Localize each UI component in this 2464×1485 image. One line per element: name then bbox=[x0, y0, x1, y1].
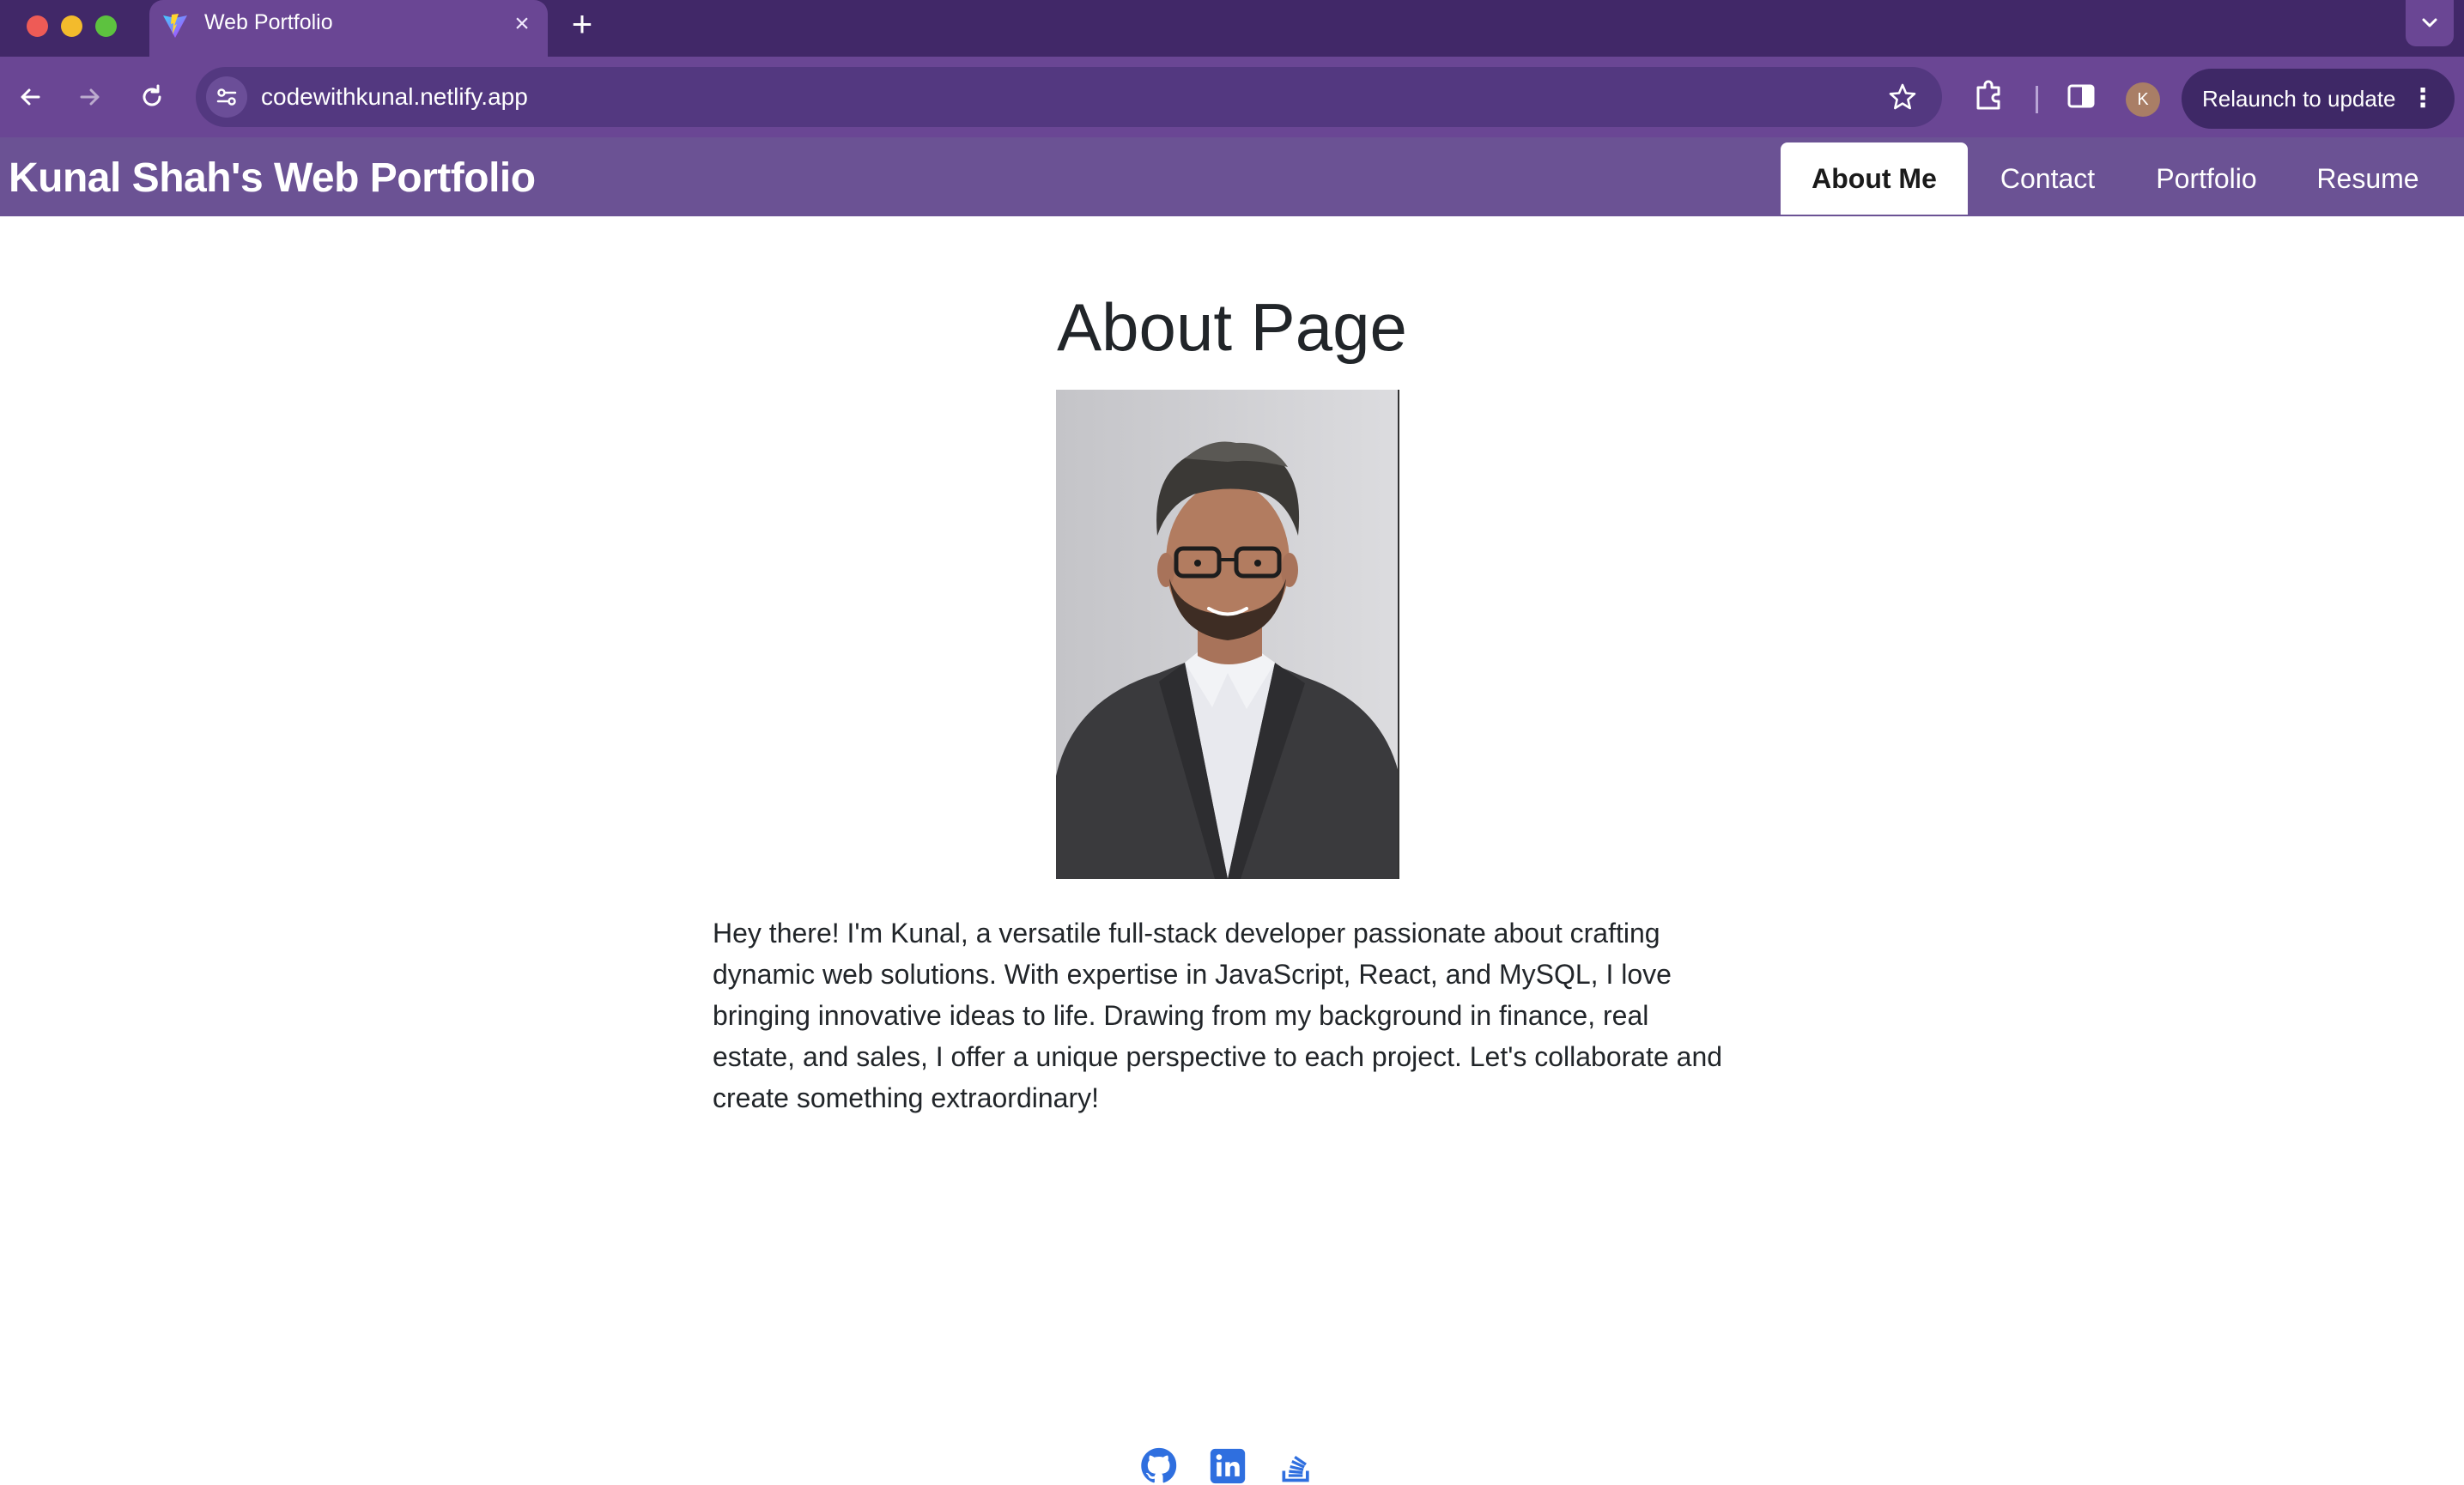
extensions-puzzle-icon[interactable] bbox=[1969, 76, 2009, 115]
nav-tab-contact[interactable]: Contact bbox=[1975, 142, 2121, 215]
github-icon[interactable] bbox=[1140, 1447, 1178, 1485]
reload-icon bbox=[143, 84, 161, 106]
relaunch-to-update-button[interactable]: Relaunch to update ⋮ bbox=[2182, 69, 2455, 129]
profile-photo bbox=[1056, 390, 1399, 879]
nav-tab-portfolio[interactable]: Portfolio bbox=[2129, 142, 2284, 215]
site-title: Kunal Shah's Web Portfolio bbox=[9, 155, 536, 201]
relaunch-label: Relaunch to update bbox=[2202, 86, 2396, 112]
tab-title: Web Portfolio bbox=[204, 10, 333, 34]
site-info-button[interactable] bbox=[206, 76, 247, 118]
about-bio-paragraph: Hey there! I'm Kunal, a versatile full-s… bbox=[713, 918, 1723, 1113]
browser-tab-web-portfolio[interactable]: Web Portfolio × bbox=[149, 0, 548, 60]
site-header: Kunal Shah's Web Portfolio About Me Cont… bbox=[0, 137, 2464, 216]
page-title: About Page bbox=[1057, 289, 1407, 365]
tab-search-button[interactable] bbox=[2406, 0, 2454, 46]
footer-social-links bbox=[0, 1447, 2464, 1485]
url-text: codewithkunal.netlify.app bbox=[261, 83, 528, 110]
tab-close-icon[interactable]: × bbox=[507, 9, 537, 39]
browser-tab-strip: Web Portfolio × + bbox=[0, 0, 2464, 60]
nav-tab-resume[interactable]: Resume bbox=[2297, 142, 2438, 215]
nav-tab-about-me[interactable]: About Me bbox=[1781, 142, 1968, 215]
tune-icon bbox=[216, 88, 237, 106]
forward-button[interactable] bbox=[70, 77, 110, 117]
chevron-down-icon bbox=[2422, 18, 2437, 27]
address-bar[interactable]: codewithkunal.netlify.app bbox=[196, 67, 1942, 127]
arrow-left-icon bbox=[21, 88, 40, 106]
back-button[interactable] bbox=[10, 77, 50, 117]
stackoverflow-icon[interactable] bbox=[1278, 1447, 1315, 1485]
vite-favicon-icon bbox=[161, 12, 189, 39]
bookmark-star-icon[interactable] bbox=[1887, 82, 1918, 112]
linkedin-icon[interactable] bbox=[1209, 1447, 1247, 1485]
more-menu-icon[interactable]: ⋮ bbox=[2410, 69, 2436, 129]
profile-avatar[interactable]: K bbox=[2126, 82, 2160, 117]
arrow-right-icon bbox=[80, 88, 100, 106]
reload-button[interactable] bbox=[132, 77, 172, 117]
toolbar-divider bbox=[2036, 86, 2038, 113]
window-minimize-button[interactable] bbox=[61, 15, 82, 37]
new-tab-button[interactable]: + bbox=[563, 6, 601, 45]
window-maximize-button[interactable] bbox=[95, 15, 117, 37]
side-panel-icon[interactable] bbox=[2066, 81, 2097, 112]
window-close-button[interactable] bbox=[27, 15, 48, 37]
